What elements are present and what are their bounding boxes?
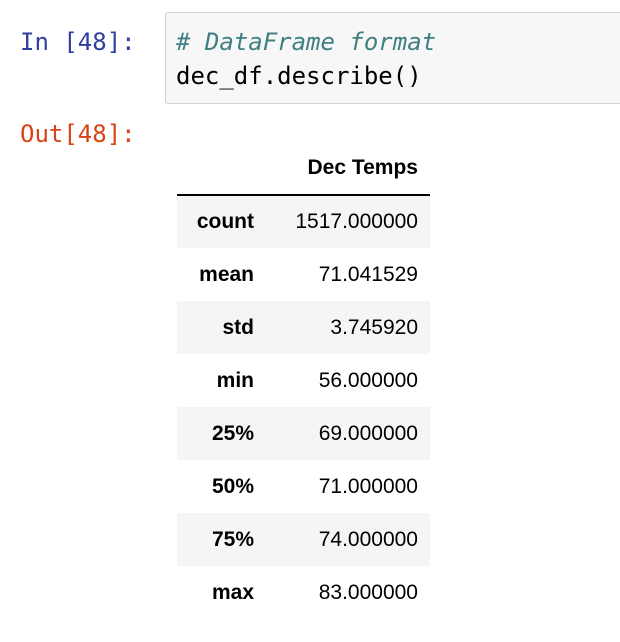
table-row: std 3.745920 <box>177 301 430 354</box>
row-value: 1517.000000 <box>295 210 418 233</box>
row-value: 71.041529 <box>318 262 418 286</box>
row-label: max <box>211 580 254 604</box>
row-label: count <box>196 210 254 233</box>
column-header: Dec Temps <box>266 142 430 196</box>
table-row: 25% 69.000000 <box>177 407 430 460</box>
table-row: mean 71.041529 <box>177 248 430 301</box>
code-cell-input[interactable]: # DataFrame format dec_df.describe() <box>165 12 620 104</box>
row-label: 75% <box>211 527 254 551</box>
row-value: 69.000000 <box>318 421 418 445</box>
describe-table: Dec Temps count 1517.000000 mean 71.0415… <box>177 142 430 619</box>
row-label: mean <box>199 262 254 286</box>
row-value: 83.000000 <box>318 580 418 604</box>
table-header-row: Dec Temps <box>177 142 430 196</box>
row-label: min <box>216 368 254 392</box>
table-row: 50% 71.000000 <box>177 460 430 513</box>
code-line: dec_df.describe() <box>176 62 422 90</box>
row-label: 25% <box>211 421 254 445</box>
table-row: max 83.000000 <box>177 566 430 619</box>
row-value: 71.000000 <box>318 474 418 498</box>
row-value: 56.000000 <box>318 368 418 392</box>
input-prompt: In [48]: <box>20 28 136 56</box>
table-row: min 56.000000 <box>177 354 430 407</box>
index-header <box>177 142 266 196</box>
output-prompt: Out[48]: <box>20 120 136 148</box>
row-label: 50% <box>211 474 254 498</box>
row-value: 74.000000 <box>318 527 418 551</box>
row-label: std <box>222 315 255 339</box>
code-comment: # DataFrame format <box>176 28 437 56</box>
row-value: 3.745920 <box>330 315 418 339</box>
table-row: count 1517.000000 <box>177 195 430 248</box>
table-row: 75% 74.000000 <box>177 513 430 566</box>
